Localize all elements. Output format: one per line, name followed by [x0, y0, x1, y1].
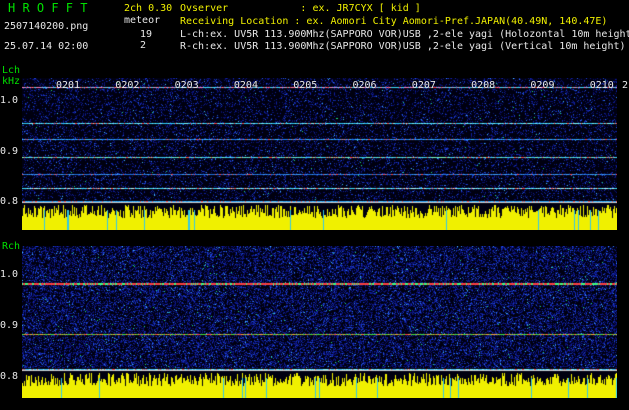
- time-label-0204: 0204: [233, 80, 258, 91]
- time-label-0206: 0206: [352, 80, 377, 91]
- meteor-count-l: 19: [140, 29, 153, 40]
- rch-spectrogram-canvas: [22, 246, 617, 398]
- time-label-2: 2: [622, 80, 629, 91]
- lch-label: Lch: [2, 65, 21, 76]
- lch-ytick-0.8: 0.8: [0, 196, 19, 207]
- rch-ytick-0.8: 0.8: [0, 371, 19, 382]
- lch-spectrogram: [22, 78, 617, 230]
- date-time: 25.07.14 02:00: [4, 41, 89, 52]
- file-name: 2507140200.png: [4, 21, 89, 32]
- time-label-0209: 0209: [530, 80, 555, 91]
- lch-ytick-1.0: 1.0: [0, 95, 19, 106]
- rch-config-line: R-ch:ex. UV5R 113.900Mhz(SAPPORO VOR)USB…: [180, 41, 626, 52]
- time-label-0208: 0208: [471, 80, 496, 91]
- time-label-0202: 0202: [115, 80, 140, 91]
- lch-spectrogram-canvas: [22, 78, 617, 230]
- location-line: Receiving Location : ex. Aomori City Aom…: [180, 16, 608, 27]
- hroft-spectrogram-window: H R O F F T 2ch 0.30 meteor 19 2 2507140…: [0, 0, 629, 410]
- version-label: 2ch 0.30: [124, 3, 173, 14]
- observer-line: Ovserver : ex. JR7CYX [ kid ]: [180, 3, 421, 14]
- lch-config-line: L-ch:ex. UV5R 113.900Mhz(SAPPORO VOR)USB…: [180, 29, 629, 40]
- time-label-0201: 0201: [56, 80, 81, 91]
- khz-unit-label: kHz: [2, 76, 21, 87]
- time-label-0205: 0205: [293, 80, 318, 91]
- rch-spectrogram: [22, 246, 617, 398]
- time-label-0203: 0203: [174, 80, 199, 91]
- time-label-0207: 0207: [411, 80, 436, 91]
- time-label-0210: 0210: [589, 80, 614, 91]
- lch-ytick-0.9: 0.9: [0, 146, 19, 157]
- meteor-count-r: 2: [140, 40, 147, 51]
- app-logo: H R O F F T: [8, 1, 88, 15]
- rch-label: Rch: [2, 241, 21, 252]
- rch-ytick-0.9: 0.9: [0, 320, 19, 331]
- rch-ytick-1.0: 1.0: [0, 269, 19, 280]
- mode-label: meteor: [124, 15, 161, 26]
